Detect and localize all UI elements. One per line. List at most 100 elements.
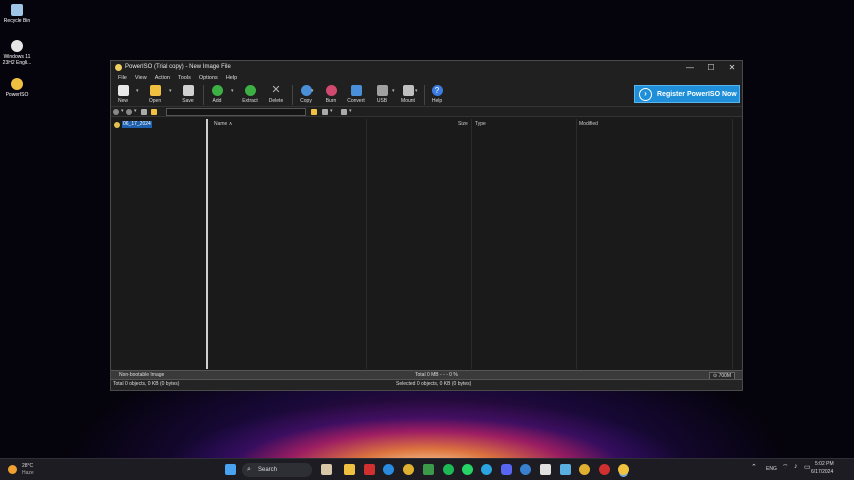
maximize-button[interactable]: ☐ <box>701 62 721 73</box>
save-label: Save <box>182 98 194 104</box>
app-white-icon[interactable] <box>540 464 551 475</box>
poweriso-shortcut[interactable]: PowerISO <box>0 78 34 98</box>
menu-action[interactable]: Action <box>151 74 174 83</box>
open-button[interactable]: Open <box>144 84 166 106</box>
column-divider <box>471 119 472 369</box>
file-list[interactable]: Name ∧ Size Type Modified <box>210 119 742 369</box>
add-icon <box>211 85 223 96</box>
chrome-icon[interactable] <box>403 464 414 475</box>
toolbar-divider <box>203 85 204 105</box>
mount-label: Mount <box>401 98 415 104</box>
clock-date[interactable]: 6/17/2024 <box>811 469 833 475</box>
spotify-icon[interactable] <box>443 464 454 475</box>
whatsapp-icon[interactable] <box>462 464 473 475</box>
back-icon[interactable] <box>113 109 119 115</box>
file-explorer-icon[interactable] <box>344 464 355 475</box>
copy-disc-icon <box>300 85 312 96</box>
browse-folder-icon[interactable] <box>311 109 317 115</box>
close-button[interactable]: ✕ <box>722 62 742 73</box>
minimize-button[interactable]: — <box>680 62 700 73</box>
convert-button[interactable]: Convert <box>344 84 368 106</box>
open-dropdown-arrow[interactable]: ▾ <box>169 88 172 94</box>
language-indicator[interactable]: ENG <box>766 466 777 472</box>
new-dropdown-arrow[interactable]: ▾ <box>136 88 139 94</box>
battery-icon[interactable]: ▭ <box>804 463 811 471</box>
toolbar: New ▾ Open ▾ Save Add ▾ Extract ✕ Delete <box>111 83 742 107</box>
folder-icon[interactable] <box>151 109 157 115</box>
app-red-icon[interactable] <box>364 464 375 475</box>
back-dropdown-arrow[interactable]: ▾ <box>121 108 124 114</box>
mount-dropdown-arrow[interactable]: ▾ <box>415 88 418 94</box>
menu-help[interactable]: Help <box>222 74 241 83</box>
app-blue-icon[interactable] <box>520 464 531 475</box>
network-icon[interactable]: ⌔ <box>782 463 789 472</box>
app-lightblue-icon[interactable] <box>560 464 571 475</box>
mount-icon <box>402 85 414 96</box>
menu-view[interactable]: View <box>131 74 151 83</box>
widgets-icon[interactable] <box>321 464 332 475</box>
menu-file[interactable]: File <box>114 74 131 83</box>
forward-icon[interactable] <box>126 109 132 115</box>
help-button[interactable]: ? Help <box>427 84 447 106</box>
poweriso-taskbar-icon[interactable] <box>618 464 629 475</box>
usb-button[interactable]: USB <box>371 84 393 106</box>
up-folder-icon[interactable] <box>141 109 147 115</box>
convert-label: Convert <box>347 98 365 104</box>
save-button[interactable]: Save <box>177 84 199 106</box>
column-header-modified[interactable]: Modified <box>579 119 598 129</box>
new-button[interactable]: New <box>113 84 133 106</box>
menu-options[interactable]: Options <box>195 74 222 83</box>
tree-root-node[interactable]: 06_17_2024 <box>114 121 152 128</box>
taskbar: 28°C Haze ⌕ Search ⌃ ENG ⌔ ♪ ▭ 5:02 PM 6… <box>0 458 854 480</box>
title-bar[interactable]: PowerISO (Trial copy) - New Image File —… <box>111 61 742 74</box>
open-label: Open <box>148 98 162 104</box>
extract-button[interactable]: Extract <box>238 84 262 106</box>
help-label: Help <box>431 98 443 104</box>
recycle-bin-label: Recycle Bin <box>3 18 31 24</box>
add-dropdown-arrow[interactable]: ▾ <box>231 88 234 94</box>
column-header-name[interactable]: Name ∧ <box>214 119 232 129</box>
clock-time[interactable]: 5:02 PM <box>815 461 834 467</box>
add-button[interactable]: Add <box>207 84 227 106</box>
column-header-type[interactable]: Type <box>475 119 486 129</box>
volume-icon[interactable]: ♪ <box>794 463 798 470</box>
view-mode-dropdown-arrow[interactable]: ▾ <box>349 108 352 114</box>
tray-overflow-icon[interactable]: ⌃ <box>751 463 757 471</box>
weather-temperature: 28°C <box>22 463 34 469</box>
delete-button[interactable]: ✕ Delete <box>264 84 288 106</box>
burn-button[interactable]: Burn <box>320 84 342 106</box>
column-divider <box>576 119 577 369</box>
windows-iso-shortcut[interactable]: Windows 11 23H2 Engli... <box>0 40 34 66</box>
poweriso-label: PowerISO <box>5 92 29 98</box>
forward-dropdown-arrow[interactable]: ▾ <box>134 108 137 114</box>
properties-dropdown-arrow[interactable]: ▾ <box>330 108 333 114</box>
menu-tools[interactable]: Tools <box>174 74 195 83</box>
object-status-bar: Total 0 objects, 0 KB (0 bytes) Selected… <box>111 379 742 390</box>
register-label: Register PowerISO Now <box>657 91 737 98</box>
weather-description: Haze <box>22 470 34 476</box>
poweriso-icon <box>11 78 23 90</box>
register-button[interactable]: › Register PowerISO Now <box>634 85 740 103</box>
start-button[interactable] <box>225 464 236 475</box>
discord-icon[interactable] <box>501 464 512 475</box>
delete-label: Delete <box>268 98 284 104</box>
recycle-bin-shortcut[interactable]: Recycle Bin <box>0 4 34 24</box>
properties-icon[interactable] <box>322 109 328 115</box>
poweriso-window: PowerISO (Trial copy) - New Image File —… <box>110 60 743 391</box>
view-mode-icon[interactable] <box>341 109 347 115</box>
add-label: Add <box>212 98 222 104</box>
edge-icon[interactable] <box>383 464 394 475</box>
new-file-icon <box>117 85 129 96</box>
copy-dropdown-arrow[interactable]: ▾ <box>311 88 314 94</box>
app-green-icon[interactable] <box>423 464 434 475</box>
path-input[interactable] <box>166 108 306 116</box>
column-header-size[interactable]: Size <box>458 119 468 129</box>
chrome-secondary-icon[interactable] <box>579 464 590 475</box>
search-icon: ⌕ <box>247 466 251 473</box>
menu-bar: File View Action Tools Options Help <box>111 74 742 83</box>
telegram-icon[interactable] <box>481 464 492 475</box>
taskbar-search[interactable]: ⌕ Search <box>242 463 312 477</box>
usb-dropdown-arrow[interactable]: ▾ <box>392 88 395 94</box>
app-red-circle-icon[interactable] <box>599 464 610 475</box>
search-placeholder: Search <box>258 467 278 473</box>
